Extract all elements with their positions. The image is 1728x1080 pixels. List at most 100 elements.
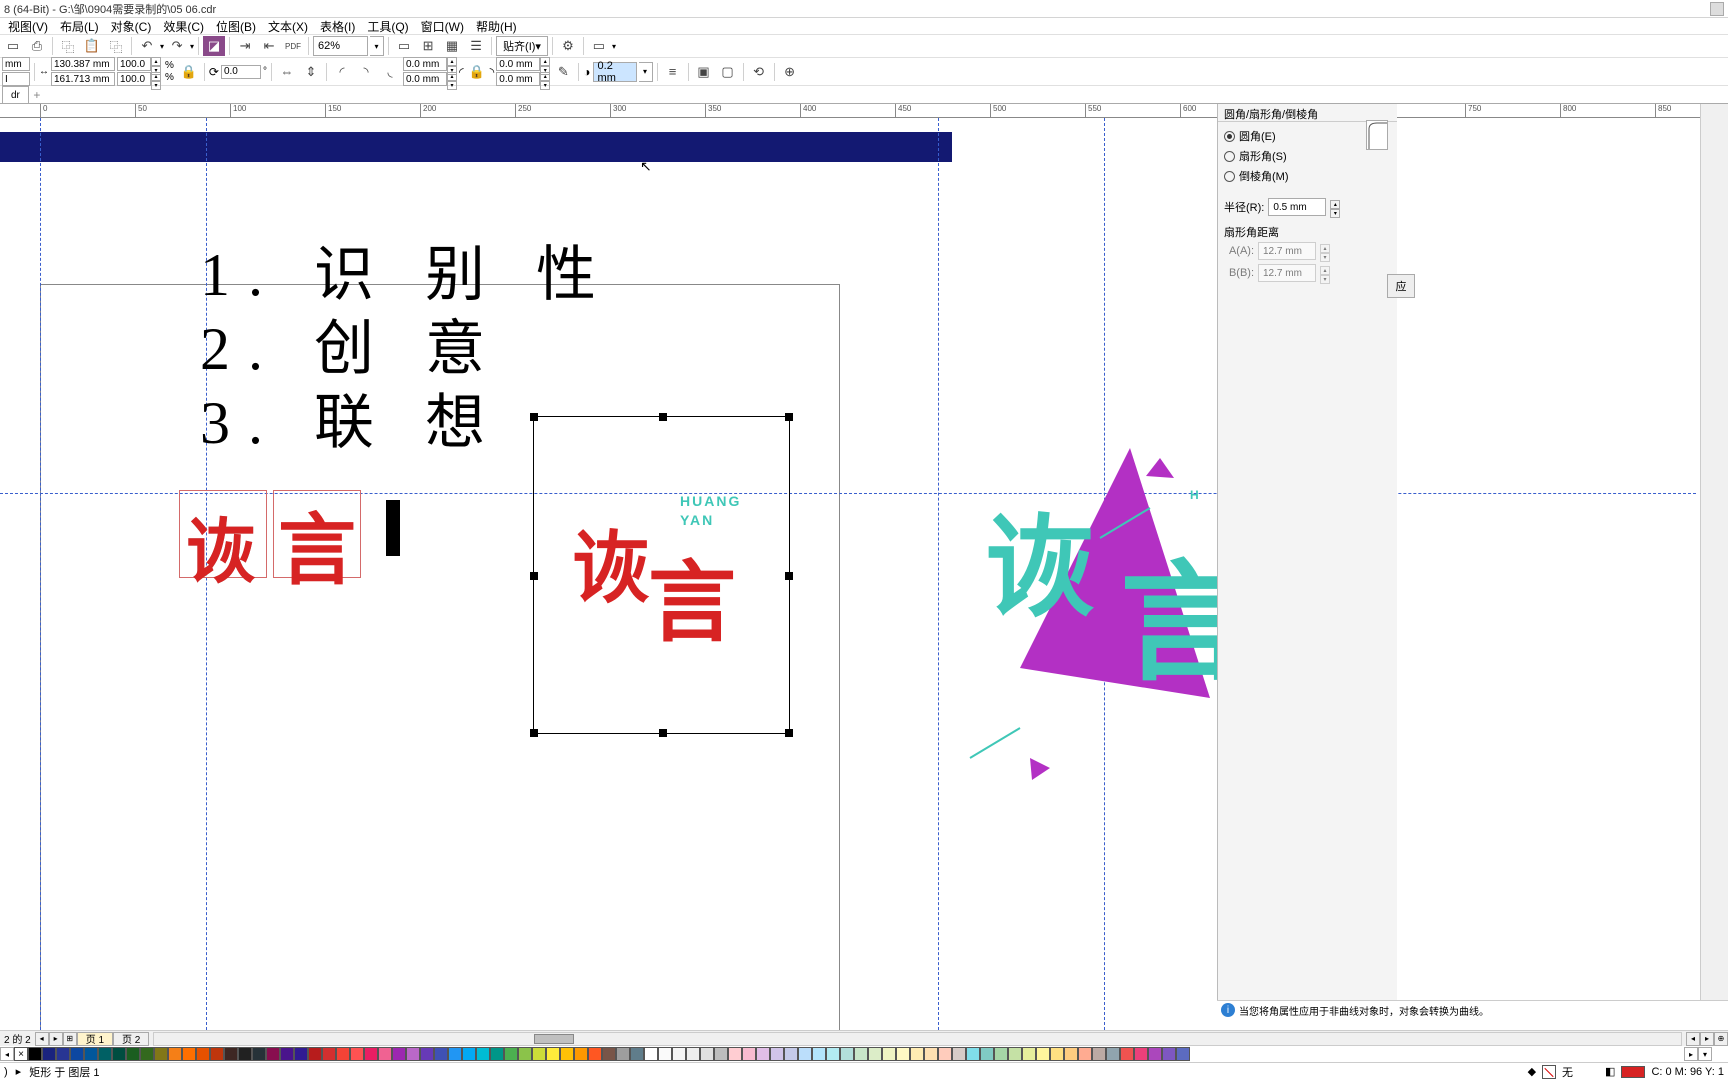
apply-button[interactable]: 应 [1387,274,1415,298]
grid-button[interactable]: ▦ [441,36,463,56]
color-swatch[interactable] [112,1047,126,1061]
wrap-text[interactable]: ≡ [662,62,684,82]
color-swatch[interactable] [462,1047,476,1061]
color-swatch[interactable] [364,1047,378,1061]
radius-input[interactable]: 0.5 mm [1268,198,1326,216]
color-swatch[interactable] [238,1047,252,1061]
fill-icon[interactable]: ◆ [1528,1065,1536,1078]
color-swatch[interactable] [294,1047,308,1061]
color-swatch[interactable] [546,1047,560,1061]
clone-button[interactable]: ⿻ [105,36,127,56]
color-swatch[interactable] [1078,1047,1092,1061]
corner-br[interactable]: 0.0 mm [496,72,540,86]
menu-tools[interactable]: 工具(Q) [363,18,412,35]
color-swatch[interactable] [42,1047,56,1061]
status-nav[interactable]: ▸ [16,1065,22,1078]
color-swatch[interactable] [742,1047,756,1061]
color-swatch[interactable] [868,1047,882,1061]
radio-chamfer[interactable]: 倒棱角(M) [1224,166,1391,186]
color-swatch[interactable] [126,1047,140,1061]
page-prev[interactable]: ◂ [35,1032,49,1046]
color-swatch[interactable] [658,1047,672,1061]
color-swatch[interactable] [826,1047,840,1061]
corner-bl[interactable]: 0.0 mm [403,72,447,86]
center-glyph-2[interactable]: 言 [648,532,736,659]
color-swatch[interactable] [966,1047,980,1061]
pos-y-input[interactable]: 161.713 mm [51,72,115,86]
corner-chamfer-icon[interactable]: ◟ [379,62,401,82]
color-swatch[interactable] [154,1047,168,1061]
color-swatch[interactable] [756,1047,770,1061]
color-swatch[interactable] [448,1047,462,1061]
color-swatch[interactable] [322,1047,336,1061]
color-swatch[interactable] [280,1047,294,1061]
color-swatch[interactable] [588,1047,602,1061]
color-swatch[interactable] [924,1047,938,1061]
hscroll-right[interactable]: ▸ [1700,1032,1714,1046]
undo-dd[interactable]: ▾ [160,42,164,51]
fill-swatch[interactable] [1621,1066,1645,1078]
color-swatch[interactable] [672,1047,686,1061]
import-button[interactable]: ⇥ [234,36,256,56]
center-glyph-1[interactable]: 诙 [572,506,650,618]
page-add[interactable]: ⊞ [63,1032,77,1046]
guide-v[interactable] [938,118,939,1030]
color-swatch[interactable] [560,1047,574,1061]
corner-round-icon[interactable]: ◜ [331,62,353,82]
lock-ratio[interactable]: 🔒 [178,62,200,82]
relative-corner[interactable]: ✎ [552,62,574,82]
color-swatch[interactable] [1050,1047,1064,1061]
corner-lock[interactable]: 🔒 [466,62,488,82]
color-swatch[interactable] [140,1047,154,1061]
menu-help[interactable]: 帮助(H) [472,18,521,35]
color-swatch[interactable] [70,1047,84,1061]
canvas[interactable]: ↖ 1. 识 别 性 2. 创 意 3. 联 想 诙 诙 言 [0,118,1712,1030]
color-swatch[interactable] [714,1047,728,1061]
menu-effect[interactable]: 效果(C) [159,18,208,35]
color-swatch[interactable] [784,1047,798,1061]
zoom-dropdown[interactable]: ▾ [370,36,384,56]
color-swatch[interactable] [266,1047,280,1061]
handle-mr[interactable] [785,572,793,580]
color-swatch[interactable] [168,1047,182,1061]
menu-view[interactable]: 视图(V) [4,18,52,35]
color-swatch[interactable] [210,1047,224,1061]
to-front[interactable]: ▣ [693,62,715,82]
color-swatch[interactable] [1092,1047,1106,1061]
mirror-h[interactable]: ⇔ [276,62,298,82]
hscroll-thumb[interactable] [534,1034,574,1044]
rulers-button[interactable]: ⊞ [417,36,439,56]
glyph-bar[interactable] [386,500,400,556]
add-button[interactable]: ⊕ [779,62,801,82]
doc-add-tab[interactable]: + [29,87,45,103]
color-swatch[interactable] [1022,1047,1036,1061]
color-swatch[interactable] [700,1047,714,1061]
color-swatch[interactable] [28,1047,42,1061]
handle-bl[interactable] [530,729,538,737]
color-swatch[interactable] [980,1047,994,1061]
handle-br[interactable] [785,729,793,737]
huang-label-1[interactable]: HUANG [680,493,741,509]
color-swatch[interactable] [616,1047,630,1061]
color-swatch[interactable] [1064,1047,1078,1061]
color-swatch[interactable] [910,1047,924,1061]
color-swatch[interactable] [308,1047,322,1061]
palette-menu[interactable]: ▾ [1698,1047,1712,1061]
redo-button[interactable]: ↷ [166,36,188,56]
export-button[interactable]: ⇤ [258,36,280,56]
options-button[interactable]: ⚙ [557,36,579,56]
ruler-horizontal[interactable]: 0501001502002503003504004505005506006507… [0,104,1712,118]
handle-tc[interactable] [659,413,667,421]
handle-tr[interactable] [785,413,793,421]
color-swatch[interactable] [994,1047,1008,1061]
scrollbar-horizontal[interactable] [153,1032,1682,1046]
undo-button[interactable]: ↶ [136,36,158,56]
color-swatch[interactable] [770,1047,784,1061]
color-swatch[interactable] [182,1047,196,1061]
copy-button[interactable]: ⿻ [57,36,79,56]
color-swatch[interactable] [532,1047,546,1061]
menu-window[interactable]: 窗口(W) [417,18,468,35]
color-swatch[interactable] [812,1047,826,1061]
color-swatch[interactable] [1120,1047,1134,1061]
corner-tl[interactable]: 0.0 mm [403,57,447,71]
